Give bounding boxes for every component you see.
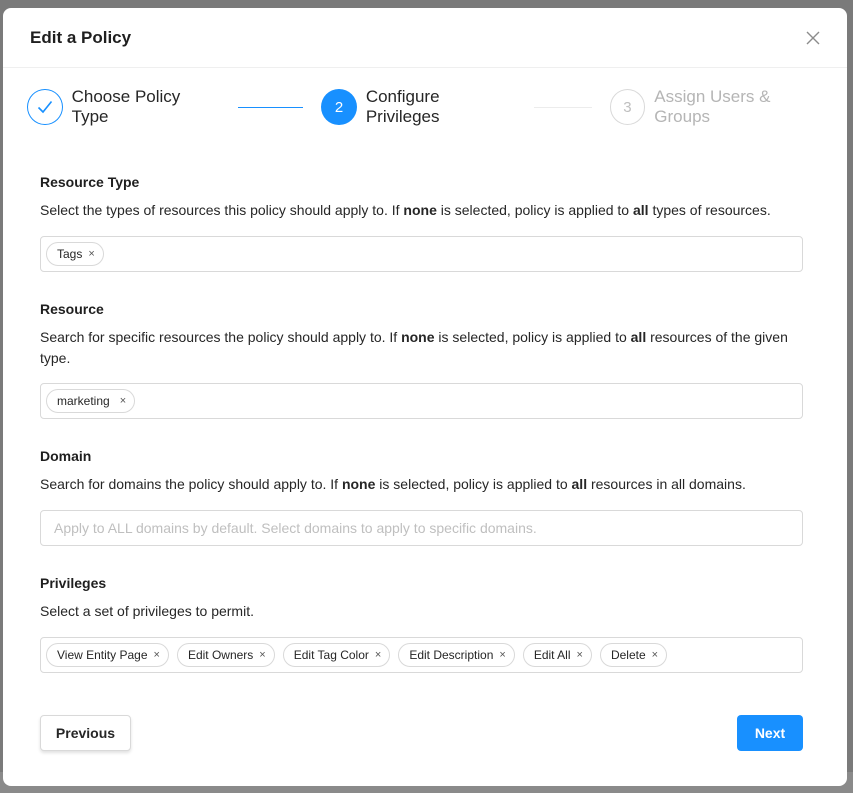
tag-label: View Entity Page bbox=[57, 648, 148, 662]
resource-type-description: Select the types of resources this polic… bbox=[40, 200, 803, 221]
desc-text: is selected, policy is applied to bbox=[375, 476, 572, 492]
tag-label: Edit Description bbox=[409, 648, 494, 662]
resource-select[interactable]: marketing × bbox=[40, 383, 803, 419]
desc-text: Search for specific resources the policy… bbox=[40, 329, 402, 345]
close-button[interactable] bbox=[803, 28, 823, 48]
modal-title: Edit a Policy bbox=[30, 27, 132, 47]
next-button[interactable]: Next bbox=[737, 715, 803, 751]
step-2-circle: 2 bbox=[321, 89, 357, 125]
step-1-label: Choose Policy Type bbox=[71, 87, 181, 126]
step-3-label: Assign Users & Groups bbox=[654, 87, 771, 126]
resource-type-select[interactable]: Tags × bbox=[40, 236, 803, 272]
resource-description: Search for specific resources the policy… bbox=[40, 327, 803, 369]
remove-tag-icon[interactable]: × bbox=[499, 649, 505, 661]
resource-type-tag: Tags × bbox=[46, 242, 104, 266]
step-choose-policy-type[interactable]: Choose Policy Type bbox=[27, 87, 220, 127]
step-assign-users-groups[interactable]: 3 Assign Users & Groups bbox=[609, 87, 829, 127]
resource-type-title: Resource Type bbox=[40, 174, 140, 190]
domain-placeholder: Apply to ALL domains by default. Select … bbox=[54, 520, 537, 536]
desc-text: is selected, policy is applied to bbox=[434, 329, 631, 345]
privilege-tag: Edit Owners × bbox=[176, 643, 275, 667]
step-connector-2 bbox=[534, 106, 592, 108]
step-configure-privileges[interactable]: 2 Configure Privileges bbox=[321, 87, 516, 127]
check-icon bbox=[37, 100, 52, 114]
desc-none: none bbox=[403, 202, 437, 218]
remove-tag-icon[interactable]: × bbox=[120, 395, 126, 407]
desc-all: all bbox=[630, 329, 647, 345]
desc-text: types of resources. bbox=[648, 202, 771, 218]
privileges-select[interactable]: View Entity Page × Edit Owners × Edit Tag … bbox=[40, 637, 803, 673]
tag-label: Delete bbox=[610, 648, 646, 662]
remove-tag-icon[interactable]: × bbox=[88, 248, 94, 260]
privilege-tag: Edit All × bbox=[522, 643, 592, 667]
privilege-tag: Delete × bbox=[599, 643, 668, 667]
remove-tag-icon[interactable]: × bbox=[375, 649, 381, 661]
privileges-description: Select a set of privileges to permit. bbox=[40, 603, 254, 619]
tag-label: marketing bbox=[57, 394, 110, 408]
privilege-tag: Edit Description × bbox=[398, 643, 515, 667]
desc-text: resources in all domains. bbox=[587, 476, 746, 492]
resource-title: Resource bbox=[40, 301, 104, 317]
domain-description: Search for domains the policy should app… bbox=[40, 474, 803, 495]
desc-none: none bbox=[401, 329, 435, 345]
tag-label: Edit Owners bbox=[187, 648, 254, 662]
domain-title: Domain bbox=[40, 448, 92, 464]
desc-text: is selected, policy is applied to bbox=[436, 202, 633, 218]
policy-privileges-form: Resource Type Select the types of resour… bbox=[40, 164, 803, 673]
tag-label: Edit Tag Color bbox=[293, 648, 369, 662]
step-2-label: Configure Privileges bbox=[365, 87, 440, 126]
tag-label: Edit All bbox=[533, 648, 571, 662]
remove-tag-icon[interactable]: × bbox=[652, 649, 658, 661]
previous-button[interactable]: Previous bbox=[40, 715, 131, 751]
remove-tag-icon[interactable]: × bbox=[577, 649, 583, 661]
desc-text: Search for domains the policy should app… bbox=[40, 476, 342, 492]
desc-none: none bbox=[341, 476, 376, 492]
step-connector-1 bbox=[237, 106, 304, 108]
desc-all: all bbox=[632, 202, 649, 218]
resource-tag: marketing × bbox=[46, 389, 136, 413]
domain-select[interactable]: Apply to ALL domains by default. Select … bbox=[40, 510, 803, 546]
remove-tag-icon[interactable]: × bbox=[154, 649, 160, 661]
close-icon bbox=[806, 31, 820, 44]
privilege-tag: Edit Tag Color × bbox=[282, 643, 391, 667]
step-1-circle bbox=[27, 89, 63, 125]
privilege-tag: View Entity Page × bbox=[46, 643, 169, 667]
privileges-title: Privileges bbox=[40, 575, 107, 591]
remove-tag-icon[interactable]: × bbox=[259, 649, 265, 661]
tag-label: Tags bbox=[57, 247, 83, 261]
desc-text: Select the types of resources this polic… bbox=[40, 202, 404, 218]
step-3-circle: 3 bbox=[609, 89, 646, 125]
steps-indicator: Choose Policy Type 2 Configure Privilege… bbox=[27, 87, 829, 127]
desc-all: all bbox=[571, 476, 588, 492]
modal-header: Edit a Policy bbox=[3, 8, 847, 68]
